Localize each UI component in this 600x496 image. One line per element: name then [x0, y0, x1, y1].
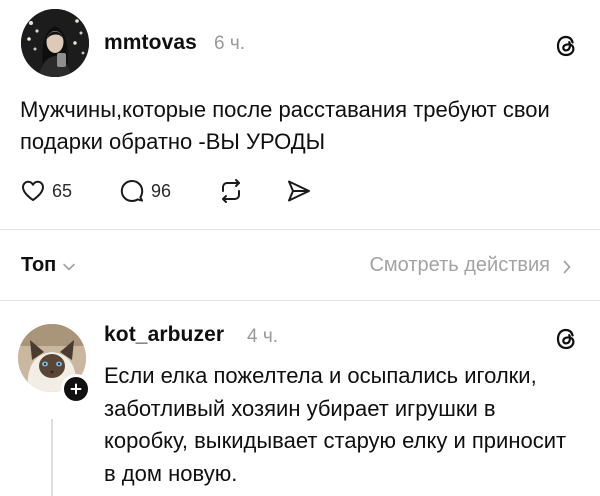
see-actions-link[interactable]: Смотреть действия: [369, 254, 572, 277]
like-count: 65: [52, 180, 73, 201]
divider: [0, 300, 600, 301]
post-body-text: Мужчины,которые после расставания требую…: [20, 97, 550, 154]
reply-button[interactable]: 96: [119, 178, 171, 204]
reply-body-text: Если елка пожелтела и осыпались иголки, …: [104, 363, 567, 486]
post-timestamp: 6 ч.: [214, 33, 246, 54]
send-icon: [285, 178, 313, 204]
post-author-username[interactable]: mmtovas: [104, 31, 197, 55]
plus-icon: [70, 383, 82, 395]
reply-count: 96: [151, 180, 172, 201]
thread-line: [51, 419, 53, 496]
like-button[interactable]: 65: [20, 178, 72, 204]
sort-label: Топ: [21, 254, 57, 276]
sort-dropdown[interactable]: Топ: [21, 254, 76, 277]
chevron-down-icon: [62, 262, 76, 272]
repost-button[interactable]: [216, 178, 246, 204]
reply-author-username[interactable]: kot_arbuzer: [104, 323, 224, 347]
threads-icon[interactable]: [553, 33, 579, 59]
chevron-right-icon: [562, 259, 572, 275]
threads-icon[interactable]: [553, 326, 579, 352]
see-actions-label: Смотреть действия: [369, 254, 550, 276]
follow-button[interactable]: [61, 374, 91, 404]
reply-timestamp: 4 ч.: [247, 326, 279, 347]
post-author-avatar[interactable]: [21, 9, 89, 77]
repost-icon: [216, 178, 246, 204]
heart-icon: [20, 178, 46, 204]
comment-icon: [119, 178, 145, 204]
divider: [0, 229, 600, 230]
share-button[interactable]: [285, 178, 313, 204]
